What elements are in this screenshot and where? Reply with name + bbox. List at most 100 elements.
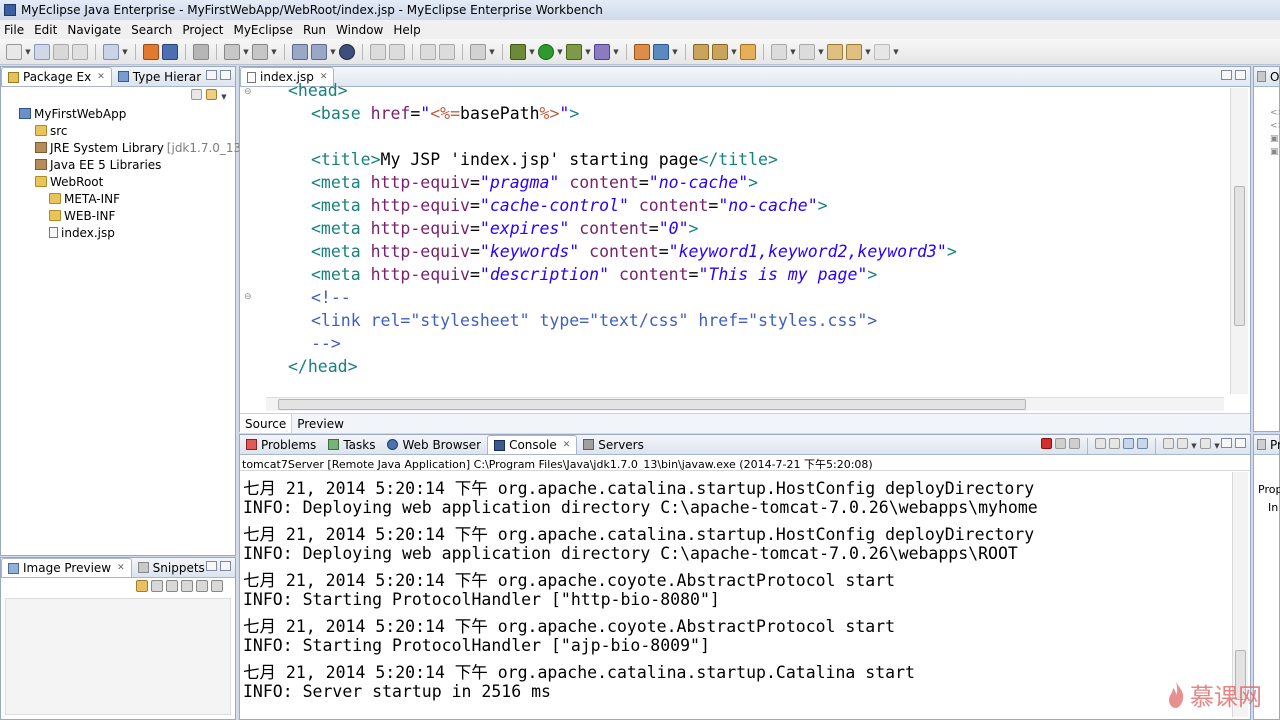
menu-search[interactable]: Search — [131, 23, 172, 37]
minimize-icon[interactable] — [1221, 70, 1232, 80]
tree-item-webroot[interactable]: WebRoot — [35, 173, 103, 190]
coverage-icon[interactable] — [566, 43, 582, 60]
back-icon[interactable] — [846, 43, 862, 60]
tree-item-project[interactable]: MyFirstWebApp — [19, 105, 126, 122]
outline-node-icon[interactable]: ▣ — [1270, 146, 1280, 159]
save-all-icon[interactable] — [53, 43, 69, 60]
tree-item-src[interactable]: src — [35, 122, 68, 139]
chevron-down-icon[interactable]: ▼ — [330, 44, 336, 60]
maximize-icon[interactable] — [220, 70, 231, 80]
menu-help[interactable]: Help — [393, 23, 420, 37]
chevron-down-icon[interactable]: ▼ — [731, 44, 737, 60]
annotation-next-icon[interactable] — [439, 43, 455, 60]
editor-hscrollbar[interactable] — [266, 397, 1224, 411]
tab-package-explorer[interactable]: Package Ex ✕ — [1, 67, 112, 86]
menu-myeclipse[interactable]: MyEclipse — [233, 23, 293, 37]
outline-node-icon[interactable]: <> — [1270, 120, 1280, 133]
remove-all-icon[interactable] — [1069, 438, 1080, 449]
chevron-down-icon[interactable]: ▼ — [672, 44, 678, 60]
show-on-stderr-icon[interactable] — [1137, 438, 1148, 449]
chevron-down-icon[interactable]: ▼ — [557, 44, 563, 60]
close-icon[interactable]: ✕ — [117, 563, 125, 573]
minimize-icon[interactable] — [206, 561, 217, 571]
console-output[interactable]: 七月 21, 2014 5:20:14 下午 org.apache.catali… — [240, 475, 1230, 719]
tab-web-browser[interactable]: Web Browser — [381, 435, 487, 454]
tab-outline[interactable]: Ou — [1254, 67, 1280, 86]
chevron-down-icon[interactable]: ▼ — [271, 44, 277, 60]
minimize-icon[interactable] — [206, 70, 217, 80]
tab-properties[interactable]: Pr — [1254, 435, 1280, 454]
tab-type-hierarchy[interactable]: Type Hierar — [112, 67, 207, 86]
chevron-down-icon[interactable]: ▼ — [585, 44, 591, 60]
tab-preview[interactable]: Preview — [292, 414, 349, 433]
next-annotation-icon[interactable] — [771, 43, 787, 60]
chevron-down-icon[interactable]: ▼ — [221, 89, 227, 105]
chevron-down-icon[interactable]: ▼ — [790, 44, 796, 60]
run-icon[interactable] — [538, 43, 554, 60]
deploy-icon[interactable] — [143, 43, 159, 60]
scroll-lock-icon[interactable] — [1109, 438, 1120, 449]
prev-annotation-icon[interactable] — [799, 43, 815, 60]
chevron-down-icon[interactable]: ▼ — [243, 44, 249, 60]
menu-file[interactable]: File — [4, 23, 24, 37]
zoom-out-icon[interactable] — [166, 580, 178, 592]
menu-window[interactable]: Window — [336, 23, 383, 37]
window-icon[interactable] — [470, 43, 486, 60]
chevron-down-icon[interactable]: ▼ — [1214, 438, 1220, 454]
chevron-down-icon[interactable]: ▼ — [489, 44, 495, 60]
zoom-in-icon[interactable] — [181, 580, 193, 592]
wizard-icon[interactable] — [252, 43, 268, 60]
highlight-icon[interactable] — [740, 43, 756, 60]
code-area[interactable]: <head> <base href="<%=basePath%>"> <title>… — [288, 81, 1224, 381]
pencil-icon[interactable] — [712, 43, 728, 60]
tab-tasks[interactable]: Tasks — [322, 435, 381, 454]
chevron-down-icon[interactable]: ▼ — [893, 44, 899, 60]
toggle-block-icon[interactable] — [389, 43, 405, 60]
save-icon[interactable] — [34, 43, 50, 60]
maximize-icon[interactable] — [1235, 70, 1246, 80]
gear-icon[interactable] — [193, 43, 209, 60]
refresh-icon[interactable] — [136, 580, 148, 592]
fold-icon[interactable]: ⊖ — [244, 87, 252, 97]
tab-snippets[interactable]: Snippets — [132, 558, 211, 577]
maximize-icon[interactable] — [1235, 438, 1246, 448]
chevron-down-icon[interactable]: ▼ — [818, 44, 824, 60]
menu-run[interactable]: Run — [303, 23, 326, 37]
chevron-down-icon[interactable]: ▼ — [1191, 438, 1197, 454]
pin-console-icon[interactable] — [1163, 438, 1174, 449]
show-on-stdout-icon[interactable] — [1123, 438, 1134, 449]
toggle-mark-icon[interactable] — [370, 43, 386, 60]
fit-icon[interactable] — [151, 580, 163, 592]
chevron-down-icon[interactable]: ▼ — [865, 44, 871, 60]
editor-vscrollbar[interactable] — [1230, 88, 1248, 394]
new-package-icon[interactable] — [653, 43, 669, 60]
open-console-icon[interactable] — [1200, 438, 1211, 449]
menu-project[interactable]: Project — [182, 23, 223, 37]
chevron-down-icon[interactable]: ▼ — [529, 44, 535, 60]
maximize-icon[interactable] — [220, 561, 231, 571]
open-resource-icon[interactable] — [311, 43, 327, 60]
menu-edit[interactable]: Edit — [34, 23, 57, 37]
close-icon[interactable]: ✕ — [563, 440, 571, 450]
tree-item-index-jsp[interactable]: index.jsp — [49, 224, 115, 241]
tab-source[interactable]: Source — [240, 414, 293, 433]
minimize-icon[interactable] — [1221, 438, 1232, 448]
forward-icon[interactable] — [874, 43, 890, 60]
open-perspective-icon[interactable] — [103, 43, 119, 60]
tab-servers[interactable]: Servers — [577, 435, 650, 454]
globe-icon[interactable] — [339, 43, 355, 60]
fold-icon[interactable]: ⊖ — [244, 292, 252, 302]
chevron-down-icon[interactable]: ▼ — [25, 44, 31, 60]
new-icon[interactable] — [6, 43, 22, 60]
print-icon[interactable] — [72, 43, 88, 60]
tree-item-javaee-library[interactable]: Java EE 5 Libraries — [35, 156, 161, 173]
last-edit-icon[interactable] — [827, 43, 843, 60]
tree-item-web-inf[interactable]: WEB-INF — [49, 207, 115, 224]
editor-vscroll-thumb[interactable] — [1234, 186, 1245, 326]
remove-launch-icon[interactable] — [1055, 438, 1066, 449]
debug-icon[interactable] — [510, 43, 526, 60]
open-folder-icon[interactable] — [693, 43, 709, 60]
new-java-project-icon[interactable] — [634, 43, 650, 60]
close-icon[interactable]: ✕ — [97, 72, 105, 82]
open-type-icon[interactable] — [292, 43, 308, 60]
